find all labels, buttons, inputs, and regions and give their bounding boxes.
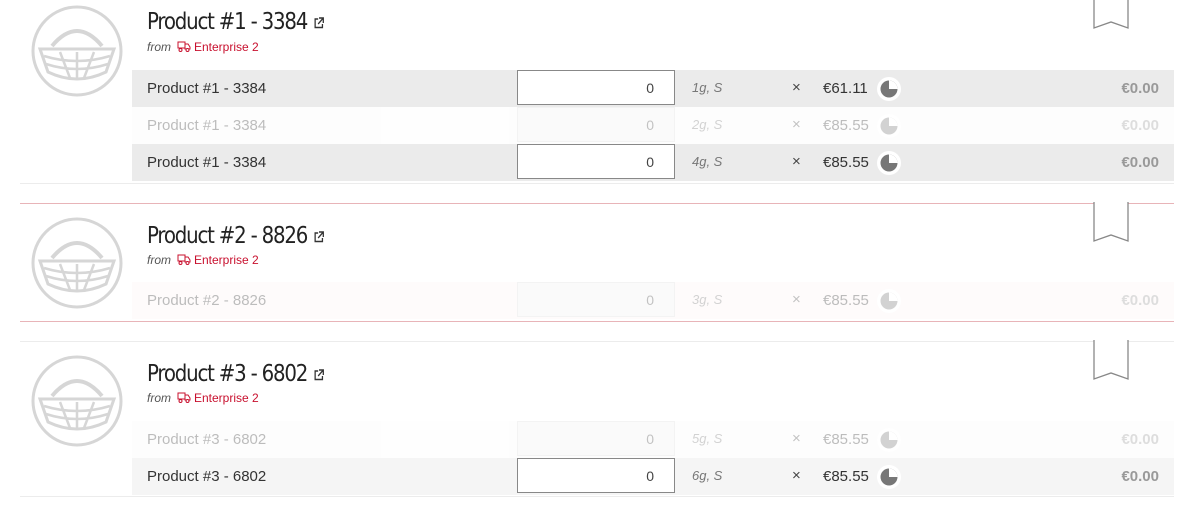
supplier-line: from Enterprise 2	[147, 391, 259, 405]
product-card: Product #2 - 8826 from Enterprise 2 Produ…	[20, 202, 1174, 322]
supplier-link[interactable]: Enterprise 2	[194, 40, 259, 54]
variant-row: Product #1 - 3384 0 4g, S × €85.55 €0.00	[132, 144, 1174, 181]
price: €85.55	[823, 431, 869, 448]
quantity-input: 0	[517, 421, 675, 456]
pie-clock-icon	[877, 114, 901, 138]
pie-clock-icon[interactable]	[877, 465, 901, 489]
price: €61.11	[823, 80, 868, 97]
external-link-icon[interactable]	[314, 16, 325, 29]
pie-clock-icon[interactable]	[877, 77, 901, 101]
variant-row: Product #3 - 6802 0 6g, S × €85.55 €0.00	[132, 458, 1174, 495]
price: €85.55	[823, 154, 869, 171]
basket-icon	[31, 5, 123, 97]
quantity-input[interactable]: 0	[517, 458, 675, 493]
pie-clock-icon[interactable]	[877, 151, 901, 175]
external-link-icon[interactable]	[314, 368, 325, 381]
pie-clock-icon	[877, 289, 901, 313]
bookmark-icon[interactable]	[1093, 202, 1129, 242]
supplier-link[interactable]: Enterprise 2	[194, 391, 259, 405]
product-title[interactable]: Product #1 - 3384	[147, 9, 325, 35]
row-total: €0.00	[1121, 117, 1159, 134]
quantity-input: 0	[517, 282, 675, 317]
supplier-link[interactable]: Enterprise 2	[194, 253, 259, 267]
row-total: €0.00	[1121, 80, 1159, 97]
product-title[interactable]: Product #3 - 6802	[147, 361, 325, 387]
quantity-input: 0	[517, 107, 675, 142]
supplier-line: from Enterprise 2	[147, 253, 259, 267]
supplier-line: from Enterprise 2	[147, 40, 259, 54]
price: €85.55	[823, 292, 869, 309]
variant-row: Product #2 - 8826 0 3g, S × €85.55 €0.00	[132, 282, 1174, 319]
truck-icon	[177, 41, 191, 52]
times-sign: ×	[792, 467, 801, 484]
quantity-input[interactable]: 0	[517, 70, 675, 105]
bookmark-icon[interactable]	[1093, 340, 1129, 380]
truck-icon	[177, 254, 191, 265]
external-link-icon[interactable]	[314, 230, 325, 243]
times-sign: ×	[792, 430, 801, 447]
product-card: Product #3 - 6802 from Enterprise 2 Produ…	[20, 340, 1174, 497]
times-sign: ×	[792, 291, 801, 308]
row-total: €0.00	[1121, 431, 1159, 448]
variant-row: Product #1 - 3384 0 2g, S × €85.55 €0.00	[132, 107, 1174, 144]
times-sign: ×	[792, 79, 801, 96]
basket-icon	[31, 217, 123, 309]
row-total: €0.00	[1121, 292, 1159, 309]
quantity-input[interactable]: 0	[517, 144, 675, 179]
price: €85.55	[823, 117, 869, 134]
bookmark-icon[interactable]	[1093, 0, 1129, 29]
times-sign: ×	[792, 116, 801, 133]
variant-row: Product #1 - 3384 0 1g, S × €61.11 €0.00	[132, 70, 1174, 107]
times-sign: ×	[792, 153, 801, 170]
truck-icon	[177, 392, 191, 403]
basket-icon	[31, 355, 123, 447]
price: €85.55	[823, 468, 869, 485]
product-card: Product #1 - 3384 from Enterprise 2 Produ…	[20, 0, 1174, 184]
row-total: €0.00	[1121, 468, 1159, 485]
pie-clock-icon	[877, 428, 901, 452]
variant-row: Product #3 - 6802 0 5g, S × €85.55 €0.00	[132, 421, 1174, 458]
row-total: €0.00	[1121, 154, 1159, 171]
product-title[interactable]: Product #2 - 8826	[147, 223, 325, 249]
